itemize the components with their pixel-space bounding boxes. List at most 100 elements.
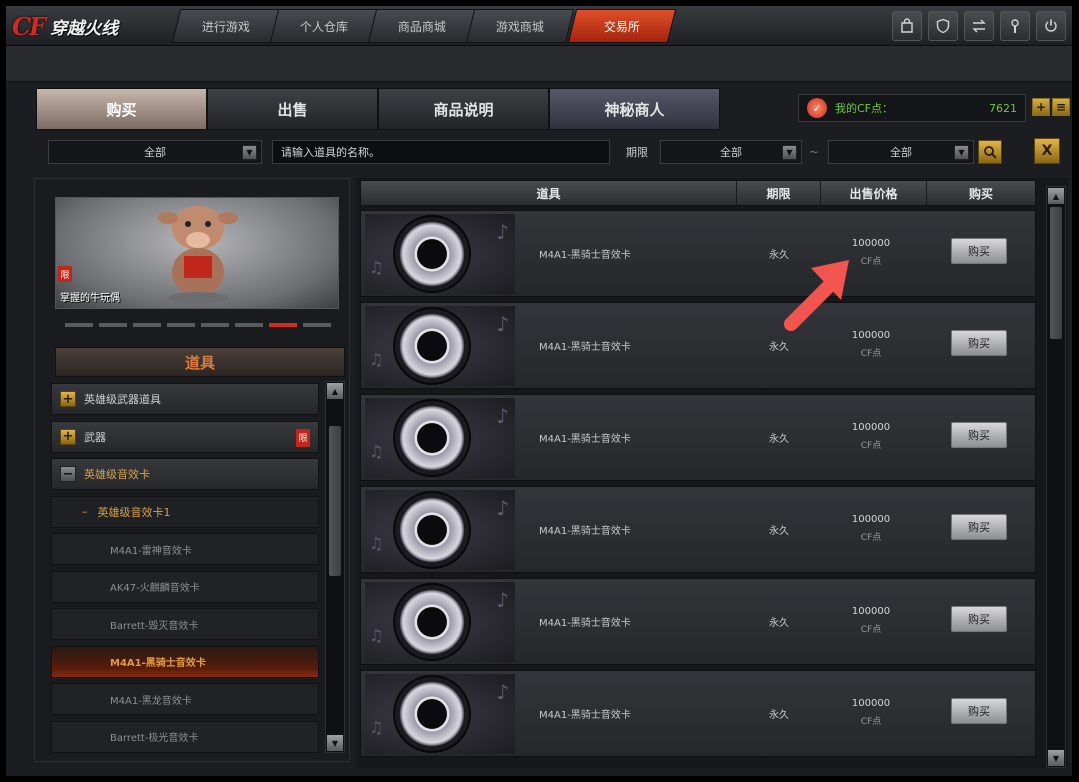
tree-subitem-hero-sound-cards-1[interactable]: – 英雄级音效卡1 bbox=[51, 495, 319, 528]
item-name: M4A1-黑骑士音效卡 bbox=[539, 710, 631, 721]
music-note-icon: ♪ bbox=[496, 588, 509, 612]
pager-dot[interactable] bbox=[99, 323, 127, 327]
price-value: 100000 bbox=[851, 698, 891, 709]
column-header-price[interactable]: 出售价格 bbox=[821, 181, 927, 205]
game-logo: CF 穿越火线 bbox=[12, 10, 162, 42]
scroll-down-icon[interactable]: ▼ bbox=[327, 735, 343, 751]
buy-button[interactable]: 购买 bbox=[951, 238, 1007, 264]
tree-leaf-item[interactable]: AK47-火麒麟音效卡 bbox=[51, 570, 319, 603]
tree-leaf-item[interactable]: M4A1-雷神音效卡 bbox=[51, 533, 319, 565]
list-scrollbar[interactable]: ▲ ▼ bbox=[1046, 186, 1066, 768]
buy-button[interactable]: 购买 bbox=[951, 698, 1007, 724]
table-row[interactable]: ♪ ♫ M4A1-黑骑士音效卡 永久 100000 CF点 购买 bbox=[360, 578, 1036, 665]
bag-icon[interactable] bbox=[892, 11, 922, 41]
scroll-up-icon[interactable]: ▲ bbox=[1048, 188, 1064, 204]
cf-points-display: ✓ 我的CF点： 7621 bbox=[798, 94, 1026, 122]
buy-button[interactable]: 购买 bbox=[951, 330, 1007, 356]
tree-scrollbar[interactable]: ▲ ▼ bbox=[325, 381, 345, 753]
chevron-down-icon[interactable]: ▼ bbox=[782, 145, 797, 160]
nav-tab-warehouse[interactable]: 个人仓库 bbox=[269, 9, 379, 43]
nav-tab-mall[interactable]: 商品商城 bbox=[367, 9, 477, 43]
sort-select[interactable]: 全部 ▼ bbox=[828, 140, 974, 164]
nav-tab-exchange[interactable]: 交易所 bbox=[567, 9, 677, 43]
chevron-down-icon[interactable]: ▼ bbox=[954, 145, 969, 160]
tree-item-hero-sound-cards[interactable]: − 英雄级音效卡 bbox=[51, 458, 319, 490]
sound-card-image: ♪ ♫ bbox=[365, 490, 515, 570]
shield-icon[interactable] bbox=[928, 11, 958, 41]
collapse-icon[interactable]: − bbox=[60, 466, 76, 482]
music-note-icon: ♪ bbox=[496, 496, 509, 520]
close-button[interactable]: X bbox=[1034, 138, 1060, 164]
music-note-icon: ♪ bbox=[496, 404, 509, 428]
power-icon[interactable] bbox=[1036, 11, 1066, 41]
scroll-thumb[interactable] bbox=[1050, 207, 1062, 339]
wrench-icon[interactable] bbox=[1000, 11, 1030, 41]
sound-card-image: ♪ ♫ bbox=[365, 674, 515, 754]
sound-card-image: ♪ ♫ bbox=[365, 582, 515, 662]
price-unit: CF点 bbox=[860, 625, 882, 635]
nav-tab-game-store[interactable]: 游戏商城 bbox=[465, 9, 575, 43]
add-points-icon[interactable]: + bbox=[1032, 98, 1050, 116]
disc-icon bbox=[393, 583, 471, 661]
pager-dot[interactable] bbox=[201, 323, 229, 327]
column-header-item[interactable]: 道具 bbox=[361, 181, 737, 205]
search-button[interactable] bbox=[978, 140, 1002, 164]
table-row[interactable]: ♪ ♫ M4A1-黑骑士音效卡 永久 100000 CF点 购买 bbox=[360, 670, 1036, 757]
limited-badge: 限 bbox=[296, 428, 310, 447]
cf-points-label: 我的CF点： bbox=[835, 102, 894, 115]
pager-dot[interactable] bbox=[235, 323, 263, 327]
tree-leaf-item[interactable]: M4A1-黑龙音效卡 bbox=[51, 683, 319, 715]
tree-leaf-item[interactable]: Barrett-毁灭音效卡 bbox=[51, 608, 319, 640]
sub-bar bbox=[6, 46, 1072, 82]
tab-sell[interactable]: 出售 bbox=[207, 88, 378, 130]
table-row[interactable]: ♪ ♫ M4A1-黑骑士音效卡 永久 100000 CF点 购买 bbox=[360, 394, 1036, 481]
buy-button[interactable]: 购买 bbox=[951, 514, 1007, 540]
logo-cf-mark: CF bbox=[12, 11, 46, 41]
item-name: M4A1-黑骑士音效卡 bbox=[539, 618, 631, 629]
search-input[interactable]: 请输入道具的名称。 bbox=[272, 140, 610, 164]
item-duration: 永久 bbox=[769, 526, 789, 537]
exchange-icon[interactable] bbox=[964, 11, 994, 41]
tree-item-hero-weapon-items[interactable]: + 英雄级武器道具 bbox=[51, 383, 319, 415]
tree-leaf-item-selected[interactable]: M4A1-黑骑士音效卡 bbox=[51, 645, 319, 678]
category-tree: + 英雄级武器道具 + 武器 限 − 英雄级音效卡 – 英雄级音效卡1 M4A1… bbox=[51, 383, 319, 758]
category-select[interactable]: 全部 ▼ bbox=[48, 140, 262, 164]
column-header-duration[interactable]: 期限 bbox=[737, 181, 821, 205]
expand-icon[interactable]: + bbox=[60, 428, 76, 445]
duration-select[interactable]: 全部 ▼ bbox=[660, 140, 802, 164]
pager-dot[interactable] bbox=[303, 323, 331, 327]
chevron-down-icon[interactable]: ▼ bbox=[242, 145, 257, 160]
top-icon-group bbox=[892, 11, 1066, 41]
table-row[interactable]: ♪ ♫ M4A1-黑骑士音效卡 永久 100000 CF点 购买 bbox=[360, 486, 1036, 573]
music-note-icon: ♫ bbox=[369, 718, 384, 737]
pager-dot[interactable] bbox=[65, 323, 93, 327]
refresh-points-icon[interactable]: ≡ bbox=[1052, 98, 1070, 116]
pager-dot[interactable] bbox=[133, 323, 161, 327]
logo-title: 穿越火线 bbox=[50, 18, 119, 39]
nav-tab-play[interactable]: 进行游戏 bbox=[171, 9, 281, 43]
pager-dot[interactable] bbox=[167, 323, 195, 327]
tree-item-weapons[interactable]: + 武器 限 bbox=[51, 420, 319, 453]
buy-button[interactable]: 购买 bbox=[951, 422, 1007, 448]
expand-icon[interactable]: + bbox=[60, 391, 76, 407]
tab-buy[interactable]: 购买 bbox=[36, 88, 207, 130]
table-row[interactable]: ♪ ♫ M4A1-黑骑士音效卡 永久 100000 CF点 购买 bbox=[360, 210, 1036, 297]
pager-dot-active[interactable] bbox=[269, 323, 297, 327]
music-note-icon: ♫ bbox=[369, 534, 384, 553]
price-unit: CF点 bbox=[860, 533, 882, 543]
scroll-thumb[interactable] bbox=[329, 426, 341, 576]
tab-mystery-merchant[interactable]: 神秘商人 bbox=[549, 88, 720, 130]
item-list-panel: 道具 期限 出售价格 购买 ♪ ♫ M4A1-黑骑士音效卡 永久 100000 CF… bbox=[356, 178, 1068, 768]
music-note-icon: ♫ bbox=[369, 442, 384, 461]
tab-item-info[interactable]: 商品说明 bbox=[378, 88, 549, 130]
item-duration: 永久 bbox=[769, 710, 789, 721]
price-value: 100000 bbox=[851, 514, 891, 525]
column-header-buy: 购买 bbox=[968, 186, 993, 201]
buy-button[interactable]: 购买 bbox=[951, 606, 1007, 632]
item-price: 100000 CF点 bbox=[831, 603, 911, 639]
disc-icon bbox=[393, 675, 471, 753]
scroll-down-icon[interactable]: ▼ bbox=[1048, 750, 1064, 766]
tree-leaf-item[interactable]: Barrett-极光音效卡 bbox=[51, 720, 319, 753]
table-row[interactable]: ♪ ♫ M4A1-黑骑士音效卡 永久 100000 CF点 购买 bbox=[360, 302, 1036, 389]
scroll-up-icon[interactable]: ▲ bbox=[327, 383, 343, 399]
